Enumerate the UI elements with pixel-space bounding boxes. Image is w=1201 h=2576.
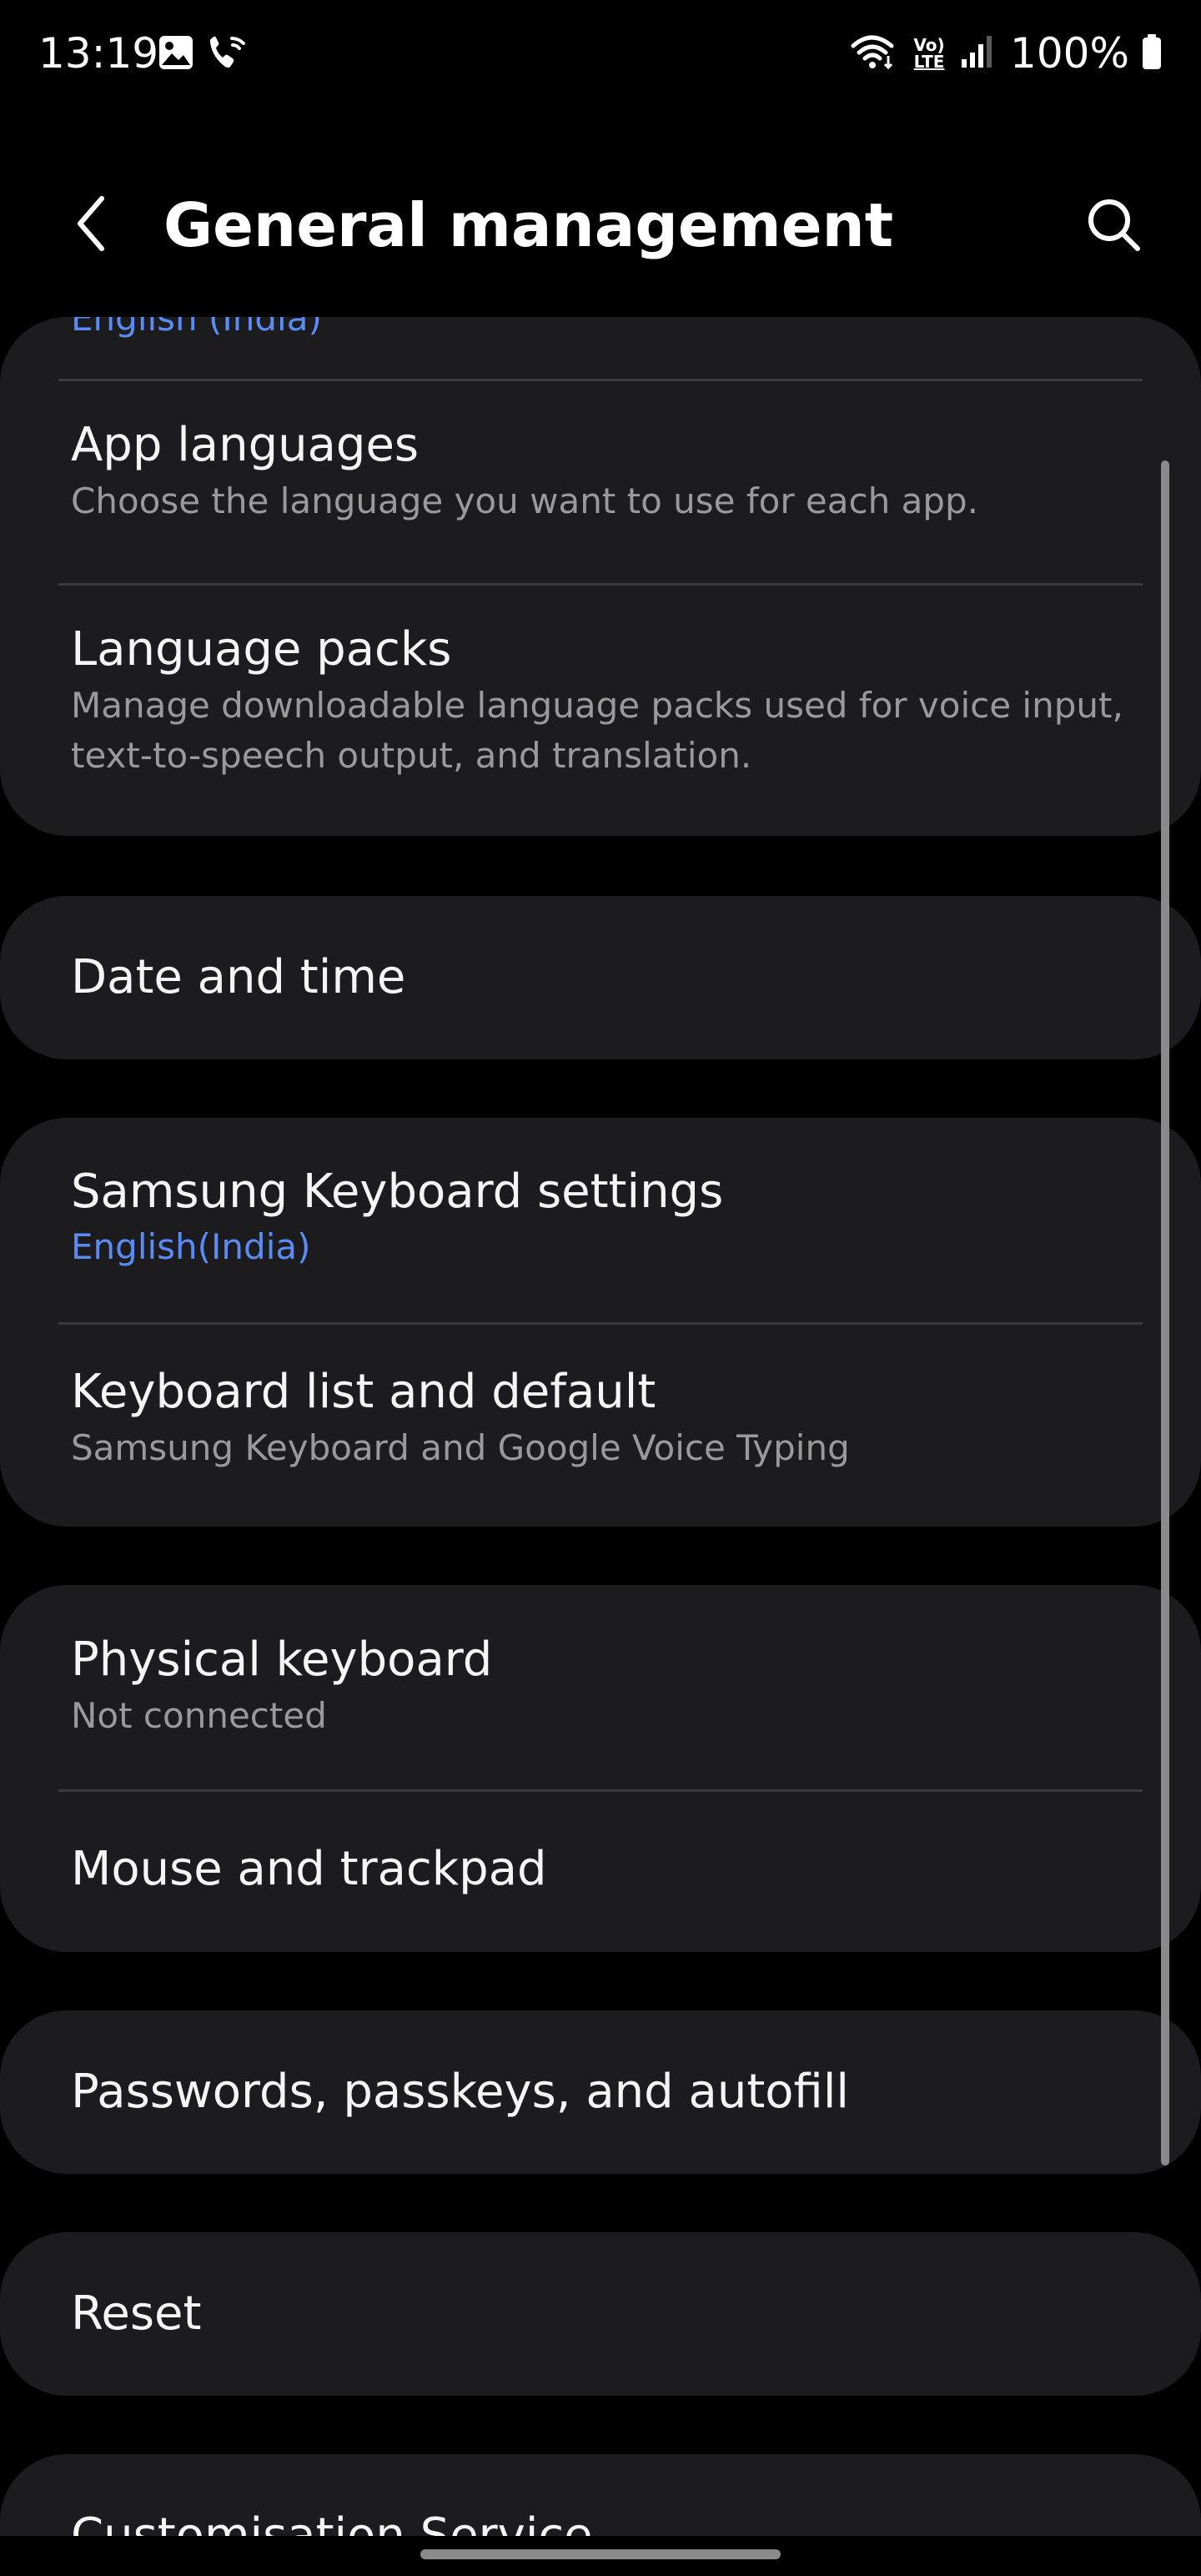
date-time-title: Date and time xyxy=(71,950,406,1004)
date-time-card[interactable]: Date and time xyxy=(0,896,1201,1059)
keyboard-list-row[interactable]: Keyboard list and default Samsung Keyboa… xyxy=(0,1325,1201,1527)
language-packs-subtitle-line1: Manage downloadable language packs used … xyxy=(71,685,1123,726)
app-languages-row[interactable]: App languages Choose the language you wa… xyxy=(0,381,1201,583)
wifi-call-icon xyxy=(207,33,249,75)
status-bar: 13:19 Vo) LTE 100% xyxy=(0,0,1201,108)
page-title: General management xyxy=(163,190,894,260)
language-card: English (India) App languages Choose the… xyxy=(0,317,1201,836)
status-right-icons: Vo) LTE 100% xyxy=(850,25,1163,82)
app-languages-title: App languages xyxy=(71,418,420,472)
volte-icon: Vo) LTE xyxy=(910,37,948,70)
physical-keyboard-subtitle: Not connected xyxy=(71,1695,327,1736)
volte-line1: Vo) xyxy=(913,35,945,55)
gallery-icon xyxy=(157,33,195,75)
language-packs-row[interactable]: Language packs Manage downloadable langu… xyxy=(0,586,1201,836)
mouse-trackpad-title: Mouse and trackpad xyxy=(71,1842,547,1896)
signal-icon xyxy=(960,33,993,74)
reset-card[interactable]: Reset xyxy=(0,2232,1201,2396)
current-language-value: English (India) xyxy=(71,317,322,339)
back-arrow-icon xyxy=(67,194,117,257)
passwords-card[interactable]: Passwords, passkeys, and autofill xyxy=(0,2010,1201,2174)
physical-keyboard-row[interactable]: Physical keyboard Not connected xyxy=(0,1585,1201,1789)
language-row[interactable]: English (India) xyxy=(0,317,1201,380)
samsung-keyboard-title: Samsung Keyboard settings xyxy=(71,1165,724,1219)
reset-title: Reset xyxy=(71,2287,202,2341)
status-left-icons xyxy=(157,33,249,75)
search-button[interactable] xyxy=(1076,189,1151,264)
wifi-icon xyxy=(850,33,898,74)
mouse-trackpad-row[interactable]: Mouse and trackpad xyxy=(0,1792,1201,1952)
customisation-card[interactable]: Customisation Service xyxy=(0,2454,1201,2536)
keyboard-list-subtitle: Samsung Keyboard and Google Voice Typing xyxy=(71,1427,850,1468)
language-packs-subtitle-line2: text-to-speech output, and translation. xyxy=(71,735,752,776)
scrollbar[interactable] xyxy=(1161,460,1169,2166)
battery-icon xyxy=(1141,33,1163,74)
status-time: 13:19 xyxy=(38,29,159,78)
keyboard-list-title: Keyboard list and default xyxy=(71,1365,656,1419)
samsung-keyboard-row[interactable]: Samsung Keyboard settings English(India) xyxy=(0,1118,1201,1322)
gesture-navigation-bar[interactable] xyxy=(420,2549,781,2559)
volte-line2: LTE xyxy=(913,52,945,72)
settings-list[interactable]: English (India) App languages Choose the… xyxy=(0,317,1201,2536)
physical-keyboard-title: Physical keyboard xyxy=(71,1633,493,1687)
app-languages-subtitle: Choose the language you want to use for … xyxy=(71,480,978,521)
keyboard-card: Samsung Keyboard settings English(India)… xyxy=(0,1118,1201,1527)
passwords-title: Passwords, passkeys, and autofill xyxy=(71,2065,849,2119)
search-icon xyxy=(1084,195,1143,257)
samsung-keyboard-subtitle: English(India) xyxy=(71,1226,311,1267)
app-bar: General management xyxy=(0,158,1201,292)
language-packs-title: Language packs xyxy=(71,622,452,677)
customisation-title: Customisation Service xyxy=(71,2508,593,2536)
back-button[interactable] xyxy=(58,192,125,259)
battery-percentage: 100% xyxy=(1010,29,1129,78)
input-devices-card: Physical keyboard Not connected Mouse an… xyxy=(0,1585,1201,1952)
